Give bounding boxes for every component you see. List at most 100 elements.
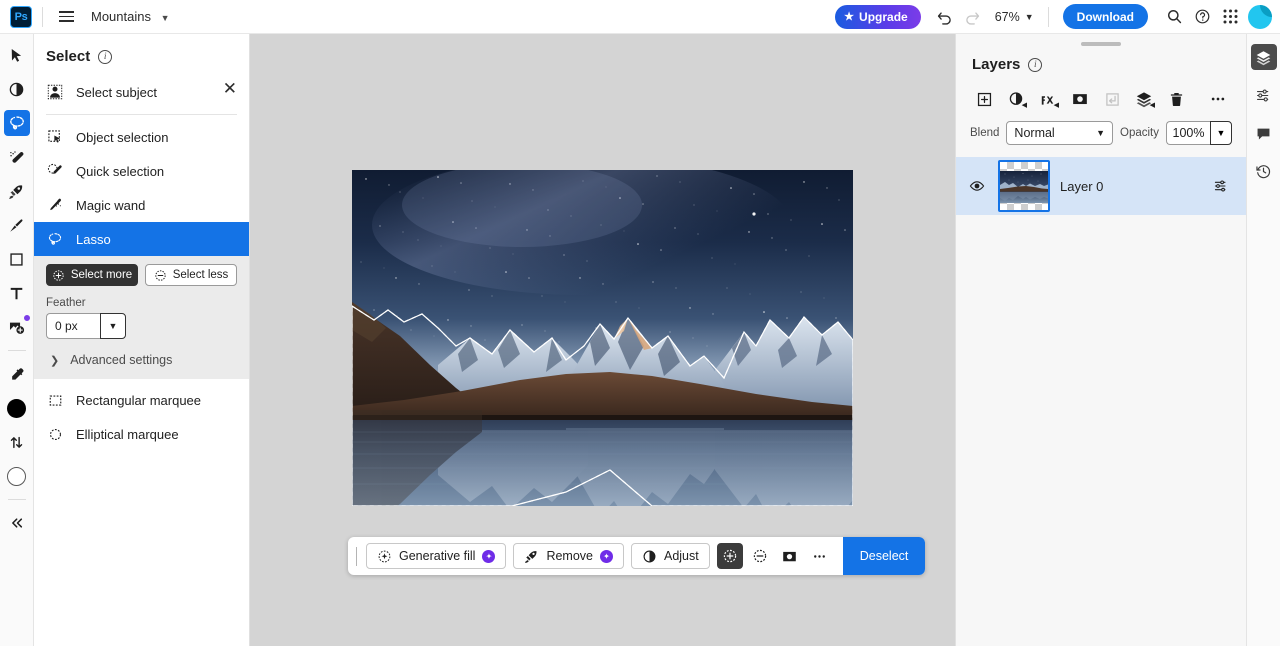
search-icon[interactable] — [1160, 3, 1188, 31]
redo-icon[interactable] — [959, 3, 987, 31]
canvas-area[interactable]: Generative fill ✦ Remove ✦ — [250, 34, 955, 646]
feather-label: Feather — [46, 297, 237, 309]
sidebar-item-object-selection[interactable]: Object selection — [34, 120, 249, 154]
sidebar-item-magic-wand[interactable]: Magic wand — [34, 188, 249, 222]
contextual-task-bar: Generative fill ✦ Remove ✦ — [348, 537, 925, 575]
select-subject-label: Select subject — [76, 85, 157, 100]
help-icon[interactable] — [1188, 3, 1216, 31]
collapse-panel-button[interactable] — [4, 510, 30, 536]
caret-icon: ◀ — [1022, 101, 1027, 109]
rectangular-marquee-icon — [46, 393, 64, 408]
select-panel-header: Select i — [34, 44, 249, 75]
spot-healing-tool[interactable] — [4, 144, 30, 170]
table-row[interactable]: Layer 0 — [956, 157, 1246, 215]
subtract-from-selection-button[interactable] — [747, 543, 773, 569]
layer-effects-button[interactable]: ◀ — [1034, 86, 1062, 112]
select-subject-item[interactable]: Select subject — [34, 75, 249, 109]
layer-list: Layer 0 — [956, 157, 1246, 215]
adjust-tool[interactable] — [4, 76, 30, 102]
app-grid-icon[interactable] — [1216, 3, 1244, 31]
deselect-button[interactable]: Deselect — [843, 537, 926, 575]
advanced-settings-toggle[interactable]: ❯ Advanced settings — [46, 353, 237, 367]
undo-icon[interactable] — [931, 3, 959, 31]
remove-button[interactable]: Remove ✦ — [513, 543, 624, 569]
adjustment-layer-button[interactable]: ◀ — [1002, 86, 1030, 112]
layers-panel-title: Layers — [972, 56, 1020, 73]
remove-rocket-icon — [524, 549, 539, 564]
layers-stack-icon — [1255, 49, 1272, 66]
remove-tool[interactable] — [4, 178, 30, 204]
caret-icon: ◀ — [1150, 101, 1155, 109]
magic-wand-label: Magic wand — [76, 198, 145, 213]
upgrade-button[interactable]: ★ Upgrade — [835, 5, 921, 29]
sidebar-item-elliptical-marquee[interactable]: Elliptical marquee — [34, 417, 249, 451]
blend-mode-select[interactable]: Normal ▼ — [1006, 121, 1113, 145]
chevron-down-icon[interactable]: ▼ — [100, 313, 126, 339]
mask-button[interactable] — [777, 543, 803, 569]
layer-thumbnail[interactable] — [998, 160, 1050, 212]
more-options-button[interactable] — [807, 543, 833, 569]
user-avatar[interactable] — [1248, 5, 1272, 29]
photoshop-logo[interactable]: Ps — [10, 6, 32, 28]
layers-more-button[interactable] — [1204, 86, 1232, 112]
feather-input[interactable] — [46, 313, 100, 339]
download-button[interactable]: Download — [1063, 4, 1148, 29]
info-icon[interactable]: i — [1028, 58, 1042, 72]
document-title[interactable]: Mountains ▼ — [91, 9, 170, 24]
version-history-rail-button[interactable] — [1251, 158, 1277, 184]
opacity-label: Opacity — [1120, 127, 1159, 139]
generative-fill-button[interactable]: Generative fill ✦ — [366, 543, 506, 569]
add-mask-button[interactable] — [1066, 86, 1094, 112]
plus-square-icon — [976, 91, 993, 108]
layer-properties-icon[interactable] — [1210, 178, 1232, 194]
move-tool[interactable] — [4, 42, 30, 68]
clipping-mask-button[interactable] — [1098, 86, 1126, 112]
sidebar-item-rectangular-marquee[interactable]: Rectangular marquee — [34, 383, 249, 417]
zoom-control[interactable]: 67% ▼ — [995, 10, 1034, 24]
info-icon[interactable]: i — [98, 50, 112, 64]
delete-layer-button[interactable] — [1162, 86, 1190, 112]
magic-wand-icon — [46, 197, 64, 213]
star-icon: ★ — [844, 10, 854, 23]
feather-stepper[interactable]: ▼ — [46, 313, 126, 339]
drag-handle[interactable] — [356, 547, 359, 566]
add-to-selection-button[interactable] — [717, 543, 743, 569]
properties-rail-button[interactable] — [1251, 82, 1277, 108]
crop-tool[interactable] — [4, 246, 30, 272]
comments-rail-button[interactable] — [1251, 120, 1277, 146]
background-color-swatch[interactable] — [4, 463, 30, 489]
tool-rail — [0, 34, 34, 646]
swap-colors-button[interactable] — [4, 429, 30, 455]
layers-rail-button[interactable] — [1251, 44, 1277, 70]
advanced-settings-label: Advanced settings — [70, 353, 172, 367]
brush-tool[interactable] — [4, 212, 30, 238]
select-more-button[interactable]: Select more — [46, 264, 138, 286]
select-less-button[interactable]: Select less — [145, 264, 237, 286]
layer-visibility-icon[interactable] — [966, 178, 988, 194]
group-layers-button[interactable]: ◀ — [1130, 86, 1158, 112]
hamburger-menu-icon[interactable] — [53, 4, 79, 30]
layer-name: Layer 0 — [1060, 179, 1200, 194]
opacity-stepper[interactable]: 100% ▼ — [1166, 121, 1232, 145]
sidebar-item-lasso[interactable]: Lasso — [34, 222, 249, 256]
add-image-tool[interactable] — [4, 314, 30, 340]
app-body: Select i ✕ Select subject — [0, 34, 1280, 646]
sidebar-item-quick-selection[interactable]: Quick selection — [34, 154, 249, 188]
close-icon[interactable]: ✕ — [223, 80, 237, 97]
chevron-down-icon[interactable]: ▼ — [1210, 121, 1232, 145]
canvas-image[interactable] — [352, 170, 853, 506]
eyedropper-tool[interactable] — [4, 361, 30, 387]
layer-thumbnail-image — [1000, 171, 1048, 203]
blend-label: Blend — [970, 127, 999, 139]
add-layer-button[interactable] — [970, 86, 998, 112]
caret-icon: ◀ — [1054, 101, 1059, 109]
canvas-image-wrapper[interactable] — [352, 170, 853, 506]
lasso-tool[interactable] — [4, 110, 30, 136]
layers-toolbar: ◀ ◀ — [956, 75, 1246, 112]
select-panel: Select i ✕ Select subject — [34, 34, 250, 646]
selection-mode-group: Select more Select less — [46, 264, 237, 286]
opacity-value[interactable]: 100% — [1166, 121, 1210, 145]
type-tool[interactable] — [4, 280, 30, 306]
adjust-button[interactable]: Adjust — [631, 543, 710, 569]
foreground-color-swatch[interactable] — [4, 395, 30, 421]
